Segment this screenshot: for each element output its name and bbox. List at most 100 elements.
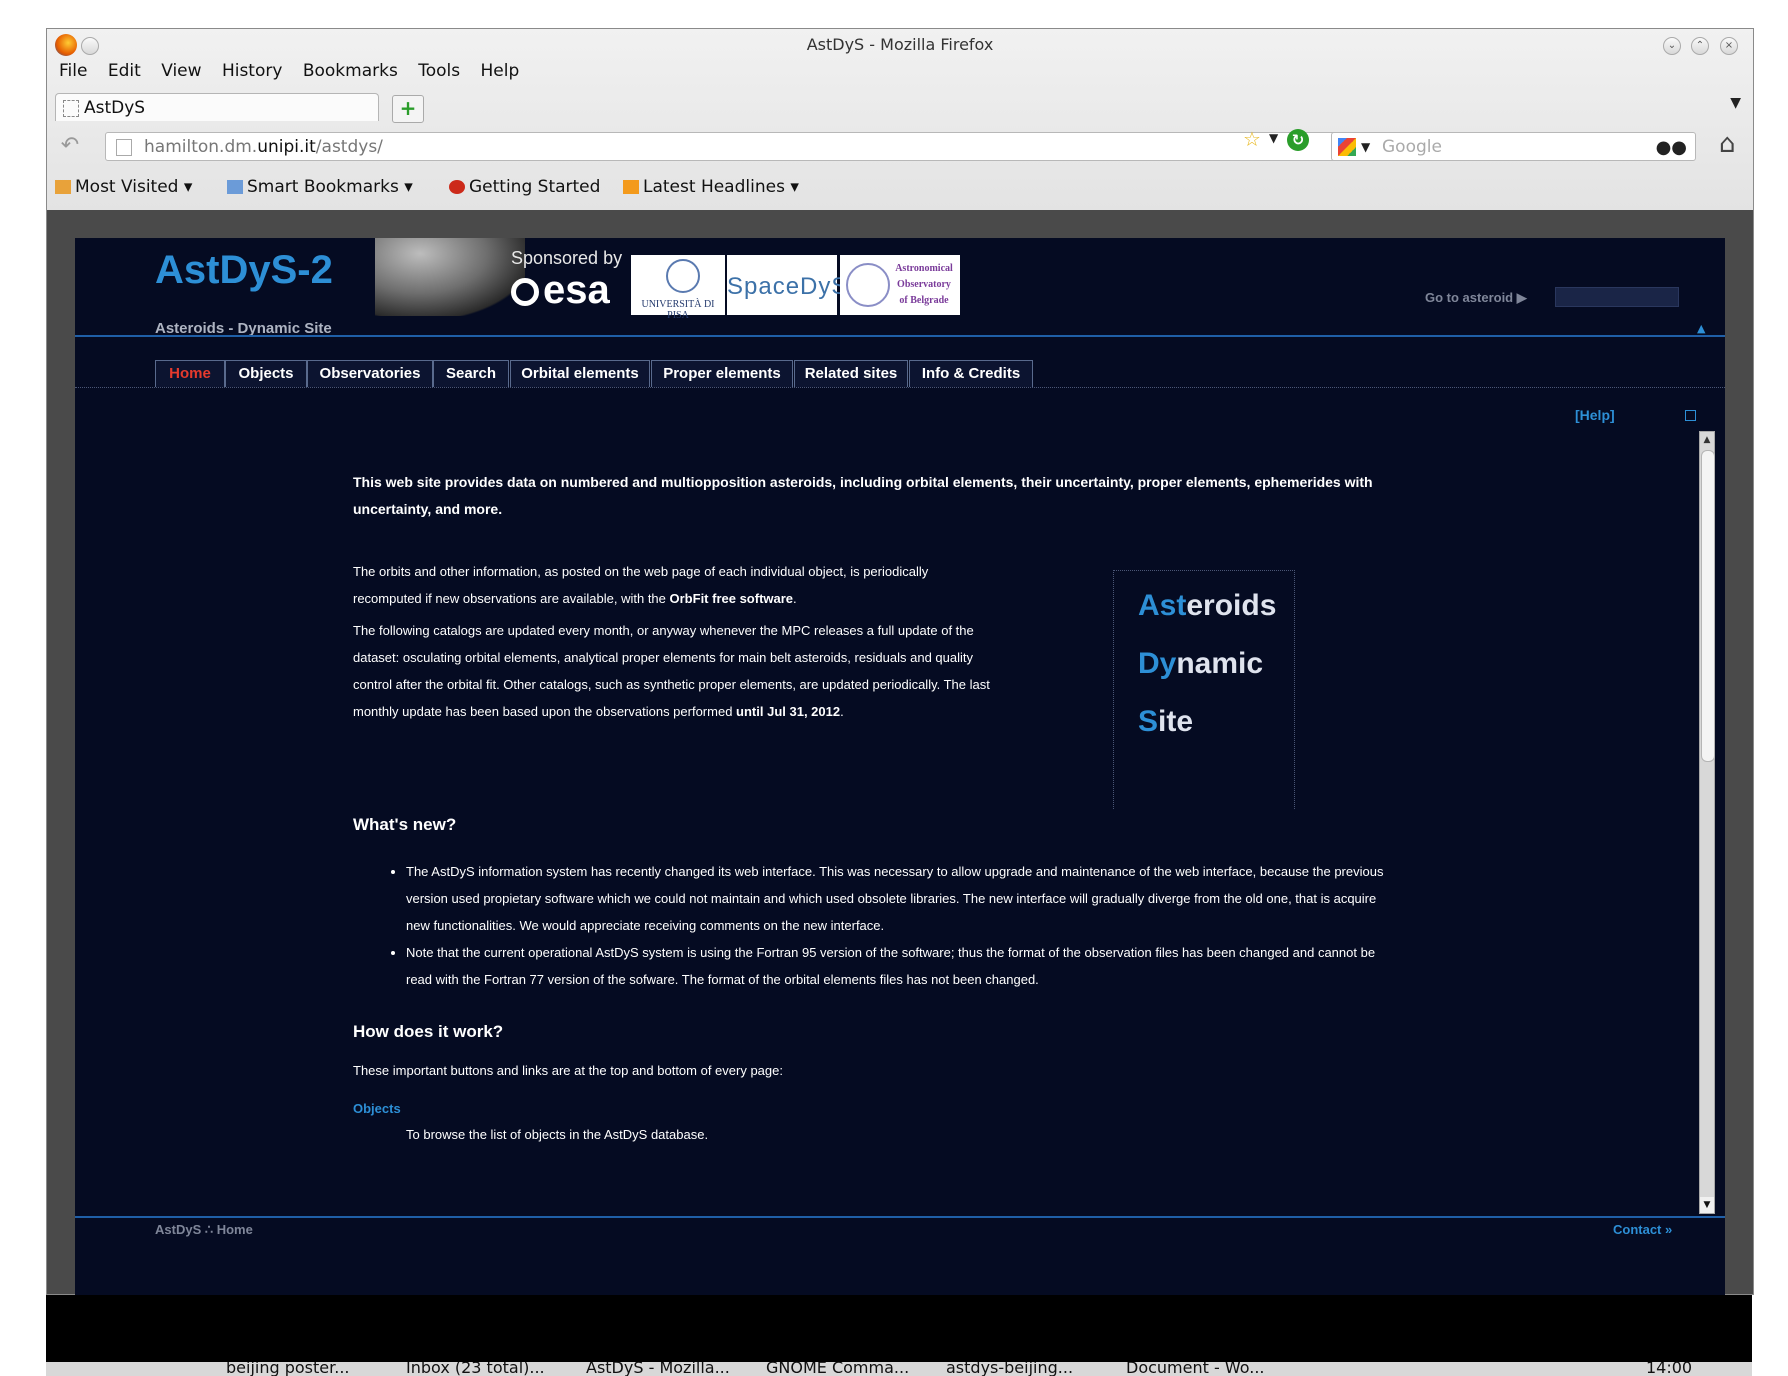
home-icon[interactable]: ⌂ — [1719, 129, 1736, 159]
help-link[interactable]: [Help] — [1575, 407, 1615, 423]
nav-objects[interactable]: Objects — [225, 360, 307, 387]
navigation-toolbar: ↶ hamilton.dm.unipi.it/astdys/ ☆ ▼ ↻ ▼ G… — [47, 127, 1753, 167]
whats-new-heading: What's new? — [353, 815, 457, 834]
how-does-it-work-heading: How does it work? — [353, 1022, 504, 1041]
bookmark-getting-started[interactable]: Getting Started — [449, 177, 600, 197]
nav-home[interactable]: Home — [155, 360, 225, 387]
menu-edit[interactable]: Edit — [108, 61, 141, 81]
chevron-down-icon[interactable]: ▼ — [1361, 133, 1370, 162]
ads-highlight: Ast — [1138, 589, 1187, 622]
nav-related-sites[interactable]: Related sites — [794, 360, 908, 387]
nav-info-credits[interactable]: Info & Credits — [909, 360, 1033, 387]
esa-logo[interactable]: esa — [511, 268, 610, 313]
objects-description: To browse the list of objects in the Ast… — [406, 1127, 709, 1142]
scroll-up-icon[interactable]: ▲ — [1700, 432, 1714, 448]
belgrade-observatory-logo[interactable]: Astronomical Observatory of Belgrade — [840, 255, 960, 315]
bookmark-star-icon[interactable]: ☆ — [1243, 127, 1261, 151]
list-item: Note that the current operational AstDyS… — [406, 939, 1386, 993]
tab-label: AstDyS — [84, 98, 146, 118]
bookmark-label: Getting Started — [469, 177, 601, 197]
site-header: AstDyS-2 Asteroids - Dynamic Site Sponso… — [75, 238, 1725, 337]
paragraph-text: The orbits and other information, as pos… — [353, 564, 929, 606]
google-icon[interactable] — [1338, 138, 1356, 156]
search-input[interactable]: ▼ Google ●● — [1331, 132, 1696, 161]
esa-wordmark: esa — [543, 268, 610, 312]
objects-link[interactable]: Objects — [353, 1095, 553, 1122]
ads-rest: ite — [1158, 705, 1194, 738]
tab-astdys[interactable]: AstDyS — [55, 93, 379, 121]
taskbar-item[interactable]: GNOME Comma... — [766, 1362, 909, 1376]
search-placeholder: Google — [1382, 137, 1442, 157]
menu-bookmarks[interactable]: Bookmarks — [303, 61, 398, 81]
belgrade-line: Observatory — [897, 279, 951, 290]
goto-asteroid-label: Go to asteroid ▶ — [1425, 290, 1527, 305]
catalogs-paragraph: The following catalogs are updated every… — [353, 617, 993, 725]
firefox-bookmark-icon — [449, 180, 465, 194]
menu-bar: File Edit View History Bookmarks Tools H… — [47, 61, 522, 87]
web-page: AstDyS-2 Asteroids - Dynamic Site Sponso… — [75, 238, 1725, 1298]
bookmark-smart-bookmarks[interactable]: Smart Bookmarks ▾ — [227, 177, 413, 197]
site-identity-icon[interactable] — [116, 139, 132, 156]
contact-link[interactable]: Contact » — [1613, 1222, 1672, 1237]
url-domain: unipi.it — [257, 137, 316, 157]
spacedys-logo[interactable]: SpaceDyS — [727, 255, 849, 315]
unipi-logo[interactable]: UNIVERSITÀ DI PISA — [631, 255, 725, 321]
list-item: The AstDyS information system has recent… — [406, 858, 1386, 939]
menu-view[interactable]: View — [161, 61, 201, 81]
site-logo[interactable]: AstDyS-2 — [155, 248, 333, 293]
scroll-top-icon[interactable]: ▲ — [1697, 322, 1705, 335]
orbfit-link[interactable]: OrbFit free software — [670, 591, 794, 606]
bookmark-label: Smart Bookmarks ▾ — [247, 177, 413, 197]
bookmark-latest-headlines[interactable]: Latest Headlines ▾ — [623, 177, 799, 197]
main-content: This web site provides data on numbered … — [353, 431, 1683, 1211]
back-icon[interactable]: ↶ — [55, 133, 85, 161]
ads-highlight: Dy — [1138, 647, 1177, 680]
minimize-icon[interactable]: ⌄ — [1663, 37, 1681, 55]
bookmarks-toolbar: Most Visited ▾ Smart Bookmarks ▾ Getting… — [47, 173, 947, 203]
bookmark-most-visited[interactable]: Most Visited ▾ — [55, 177, 192, 197]
taskbar-item[interactable]: beijing poster... — [226, 1362, 349, 1376]
taskbar-item[interactable]: astdys-beijing... — [946, 1362, 1073, 1376]
menu-history[interactable]: History — [222, 61, 282, 81]
ads-word-site: Site — [1138, 705, 1193, 739]
goto-asteroid-input[interactable] — [1555, 287, 1679, 307]
scrollbar-thumb[interactable] — [1701, 450, 1715, 762]
unipi-wordmark: UNIVERSITÀ DI PISA — [641, 299, 715, 321]
how-text: These important buttons and links are at… — [353, 1063, 783, 1078]
bookmark-label: Latest Headlines ▾ — [643, 177, 799, 197]
content-scrollbar[interactable]: ▲ ▼ — [1699, 431, 1715, 1214]
scroll-down-icon[interactable]: ▼ — [1700, 1197, 1714, 1213]
nav-observatories[interactable]: Observatories — [307, 360, 433, 387]
expand-icon[interactable] — [1685, 410, 1696, 421]
url-input[interactable]: hamilton.dm.unipi.it/astdys/ — [105, 132, 1365, 161]
taskbar-item[interactable]: AstDyS - Mozilla... — [586, 1362, 730, 1376]
paragraph-text: . — [840, 704, 844, 719]
taskbar-item[interactable]: Inbox (23 total)... — [406, 1362, 545, 1376]
new-tab-button[interactable]: + — [392, 95, 424, 123]
asteroids-dynamic-site-box: Asteroids Dynamic Site — [1113, 570, 1295, 809]
intro-text: This web site provides data on numbered … — [353, 474, 1373, 517]
browser-chrome: AstDyS - Mozilla Firefox ⌄ ⌃ × File Edit… — [47, 29, 1753, 210]
maximize-icon[interactable]: ⌃ — [1691, 37, 1709, 55]
belgrade-line: of Belgrade — [899, 295, 949, 306]
close-icon[interactable]: × — [1720, 37, 1738, 55]
nav-proper-elements[interactable]: Proper elements — [651, 360, 793, 387]
belgrade-seal-icon — [846, 263, 890, 307]
reload-icon[interactable]: ↻ — [1287, 129, 1309, 151]
belgrade-wordmark: Astronomical Observatory of Belgrade — [892, 261, 956, 309]
belgrade-line: Astronomical — [895, 263, 953, 274]
folder-icon — [227, 180, 243, 194]
nav-search[interactable]: Search — [433, 360, 509, 387]
chevron-down-icon[interactable]: ▼ — [1269, 131, 1278, 145]
nav-orbital-elements[interactable]: Orbital elements — [510, 360, 650, 387]
menu-tools[interactable]: Tools — [418, 61, 460, 81]
menu-help[interactable]: Help — [481, 61, 520, 81]
footer-divider — [75, 1216, 1725, 1218]
tab-list-icon[interactable]: ▼ — [1730, 95, 1741, 111]
taskbar-item[interactable]: Document - Wo... — [1126, 1362, 1264, 1376]
menu-file[interactable]: File — [59, 61, 87, 81]
ads-word-dynamic: Dynamic — [1138, 647, 1263, 681]
footer-breadcrumb[interactable]: AstDyS ∴ Home — [155, 1222, 253, 1238]
spacedys-wordmark: SpaceDyS — [727, 273, 849, 300]
search-go-icon[interactable]: ●● — [1656, 133, 1687, 162]
